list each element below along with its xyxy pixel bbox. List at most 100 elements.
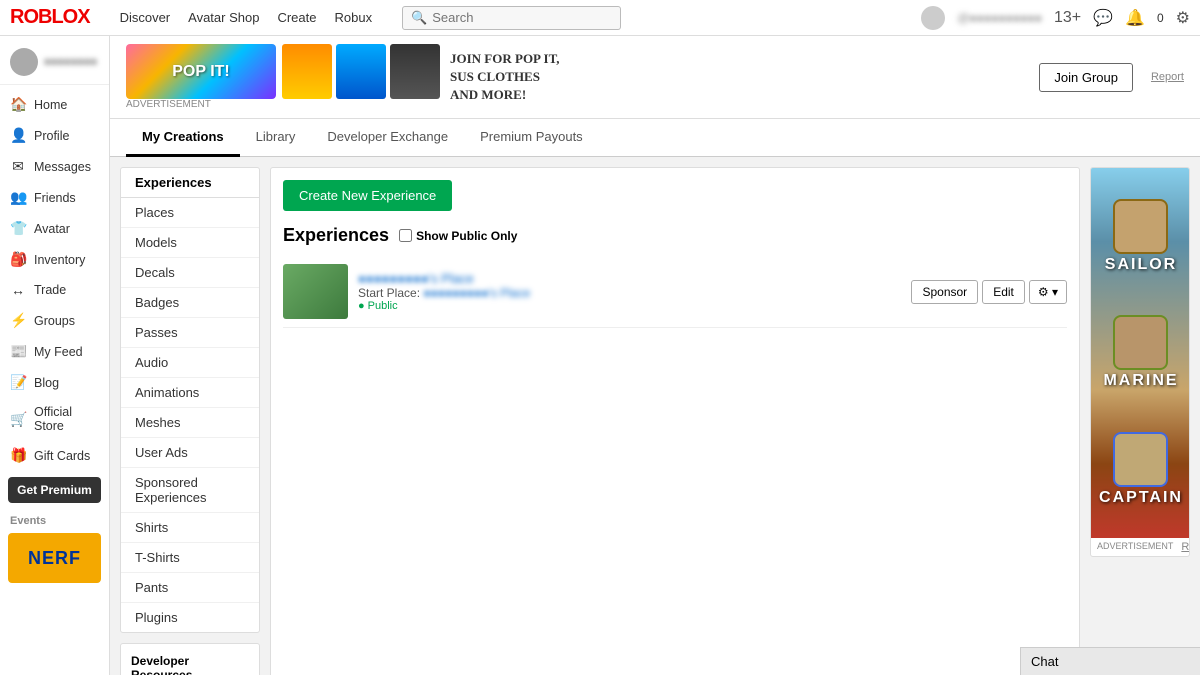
ad-image-area: POP IT! — [126, 44, 440, 99]
experience-name[interactable]: ●●●●●●●●●'s Place — [358, 271, 901, 286]
pop-it-logo: POP IT! — [126, 44, 276, 99]
sidebar-item-blog[interactable]: 📝 Blog — [0, 367, 109, 398]
join-group-button[interactable]: Join Group — [1039, 63, 1133, 92]
nav-links: Discover Avatar Shop Create Robux — [120, 10, 373, 25]
gear-dropdown-button[interactable]: ⚙ ▾ — [1029, 280, 1067, 304]
dev-resources-box: Developer Resources Studio Docs Communit… — [120, 643, 260, 675]
search-icon: 🔍 — [411, 10, 427, 26]
show-public-checkbox[interactable] — [399, 229, 412, 242]
left-nav-badges[interactable]: Badges — [121, 288, 259, 318]
captain-head — [1113, 432, 1168, 487]
left-nav-places[interactable]: Places — [121, 198, 259, 228]
gift-cards-icon: 🎁 — [10, 447, 26, 464]
get-premium-button[interactable]: Get Premium — [8, 477, 101, 503]
experience-info: ●●●●●●●●●'s Place Start Place: ●●●●●●●●●… — [358, 271, 901, 312]
notifications-icon[interactable]: 🔔 — [1125, 8, 1145, 28]
sidebar-avatar[interactable] — [10, 48, 38, 76]
avatar[interactable] — [921, 6, 945, 30]
create-new-experience-button[interactable]: Create New Experience — [283, 180, 452, 211]
experiences-title: Experiences Show Public Only — [283, 225, 1067, 246]
left-nav-meshes[interactable]: Meshes — [121, 408, 259, 438]
sidebar-label-trade: Trade — [34, 283, 66, 297]
sidebar: ●●●●●●●● 🏠 Home 👤 Profile ✉ Messages 👥 F… — [0, 36, 110, 675]
left-nav-experiences[interactable]: Experiences — [121, 168, 259, 198]
left-nav-pants[interactable]: Pants — [121, 573, 259, 603]
left-nav-decals[interactable]: Decals — [121, 258, 259, 288]
sidebar-label-inventory: Inventory — [34, 253, 85, 267]
left-nav-shirts[interactable]: Shirts — [121, 513, 259, 543]
sidebar-item-official-store[interactable]: 🛒 Official Store — [0, 398, 109, 440]
right-ad-bottom: ADVERTISEMENT Report — [1091, 538, 1189, 556]
main-panel: Create New Experience Experiences Show P… — [270, 167, 1080, 675]
left-nav-plugins[interactable]: Plugins — [121, 603, 259, 632]
nav-robux[interactable]: Robux — [334, 10, 372, 25]
age-rating: 13+ — [1054, 9, 1081, 27]
start-place-label: Start Place: — [358, 286, 420, 300]
left-nav-audio[interactable]: Audio — [121, 348, 259, 378]
left-nav-animations[interactable]: Animations — [121, 378, 259, 408]
top-nav: ROBLOX Discover Avatar Shop Create Robux… — [0, 0, 1200, 36]
sidebar-label-gift-cards: Gift Cards — [34, 449, 90, 463]
left-nav-models[interactable]: Models — [121, 228, 259, 258]
sidebar-item-trade[interactable]: ↔ Trade — [0, 275, 109, 305]
chat-label: Chat — [1031, 654, 1058, 669]
groups-icon: ⚡ — [10, 312, 26, 329]
profile-icon: 👤 — [10, 127, 26, 144]
start-place-link[interactable]: ●●●●●●●●●'s Place — [423, 286, 530, 300]
settings-icon[interactable]: ⚙ — [1176, 8, 1190, 28]
roblox-logo[interactable]: ROBLOX — [10, 6, 90, 29]
ad-text: JOIN FOR POP IT,SUS CLOTHESAND MORE! — [450, 50, 1029, 105]
toy-2 — [336, 44, 386, 99]
edit-button[interactable]: Edit — [982, 280, 1025, 304]
chat-bar[interactable]: Chat — [1020, 647, 1200, 675]
sidebar-label-avatar: Avatar — [34, 222, 70, 236]
messages-icon: ✉ — [10, 158, 26, 175]
sidebar-label-home: Home — [34, 98, 67, 112]
sidebar-item-profile[interactable]: 👤 Profile — [0, 120, 109, 151]
ad-report-link[interactable]: Report — [1151, 71, 1184, 83]
tab-developer-exchange[interactable]: Developer Exchange — [311, 119, 464, 157]
friends-icon: 👥 — [10, 189, 26, 206]
sidebar-item-messages[interactable]: ✉ Messages — [0, 151, 109, 182]
tab-my-creations[interactable]: My Creations — [126, 119, 240, 157]
chat-icon[interactable]: 💬 — [1093, 8, 1113, 28]
sidebar-label-blog: Blog — [34, 376, 59, 390]
username-display[interactable]: @●●●●●●●●●● — [957, 11, 1042, 25]
show-public-label[interactable]: Show Public Only — [399, 229, 517, 243]
right-ad: SAILOR MARINE CAPTAIN ADVERTISEMENT — [1090, 167, 1190, 675]
ad-banner: POP IT! ADVERTISEMENT JOIN FOR POP IT,SU… — [110, 36, 1200, 119]
experience-actions: Sponsor Edit ⚙ ▾ — [911, 280, 1067, 304]
tabs-bar: My Creations Library Developer Exchange … — [110, 119, 1200, 157]
left-nav-user-ads[interactable]: User Ads — [121, 438, 259, 468]
right-ad-report-link[interactable]: Report — [1181, 541, 1190, 553]
sidebar-item-home[interactable]: 🏠 Home — [0, 89, 109, 120]
show-public-text: Show Public Only — [416, 229, 517, 243]
tab-library[interactable]: Library — [240, 119, 312, 157]
tab-premium-payouts[interactable]: Premium Payouts — [464, 119, 599, 157]
left-nav-passes[interactable]: Passes — [121, 318, 259, 348]
sidebar-item-myfeed[interactable]: 📰 My Feed — [0, 336, 109, 367]
avatar-icon: 👕 — [10, 220, 26, 237]
left-nav-sponsored-exp[interactable]: Sponsored Experiences — [121, 468, 259, 513]
sponsor-button[interactable]: Sponsor — [911, 280, 978, 304]
sidebar-label-profile: Profile — [34, 129, 69, 143]
sidebar-item-gift-cards[interactable]: 🎁 Gift Cards — [0, 440, 109, 471]
nav-discover[interactable]: Discover — [120, 10, 171, 25]
nav-avatar-shop[interactable]: Avatar Shop — [188, 10, 259, 25]
sidebar-item-friends[interactable]: 👥 Friends — [0, 182, 109, 213]
search-input[interactable] — [432, 10, 612, 25]
left-nav-tshirts[interactable]: T-Shirts — [121, 543, 259, 573]
search-bar: 🔍 — [402, 6, 621, 30]
sidebar-label-myfeed: My Feed — [34, 345, 83, 359]
nerf-event-banner[interactable]: NERF — [8, 533, 101, 583]
sidebar-item-inventory[interactable]: 🎒 Inventory — [0, 244, 109, 275]
nav-create[interactable]: Create — [277, 10, 316, 25]
toy-1 — [282, 44, 332, 99]
soldier-captain: CAPTAIN — [1099, 432, 1183, 507]
events-label: Events — [0, 509, 109, 529]
pop-it-toys — [282, 44, 440, 99]
ad-label: ADVERTISEMENT — [126, 99, 440, 110]
sidebar-item-avatar[interactable]: 👕 Avatar — [0, 213, 109, 244]
myfeed-icon: 📰 — [10, 343, 26, 360]
sidebar-item-groups[interactable]: ⚡ Groups — [0, 305, 109, 336]
